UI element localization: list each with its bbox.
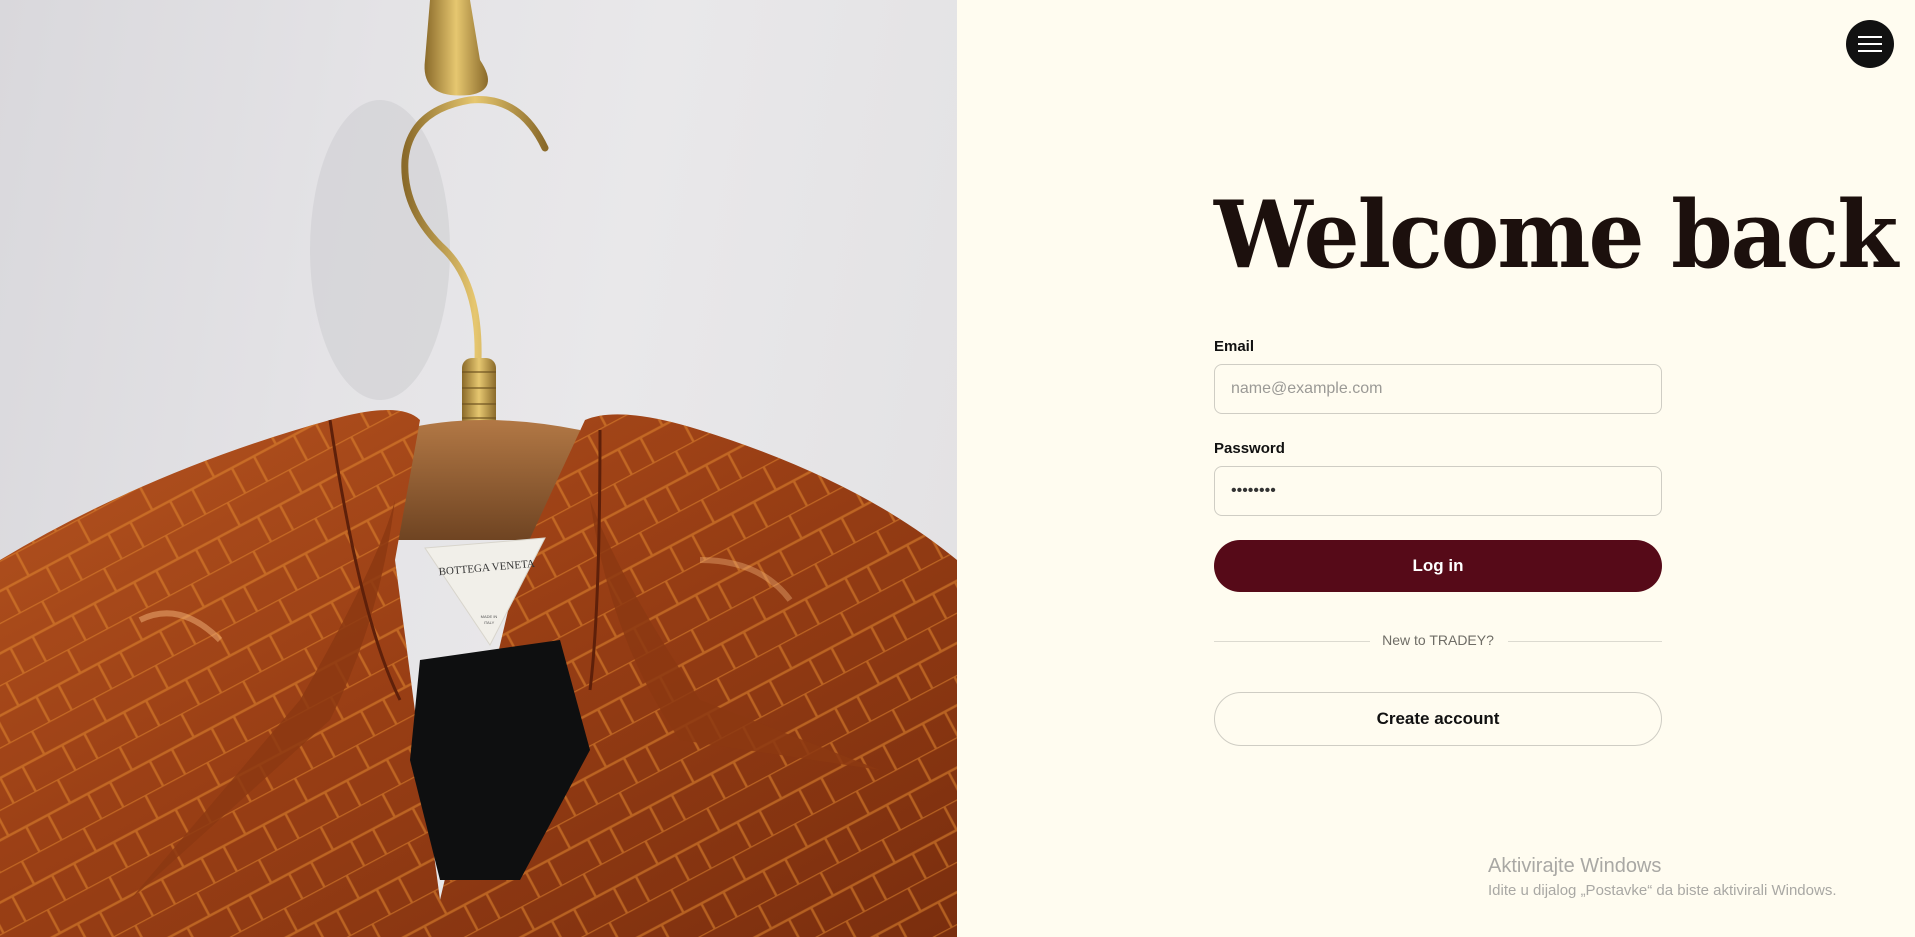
windows-activation-watermark: Aktivirajte Windows Idite u dijalog „Pos…: [1488, 855, 1837, 899]
watermark-title: Aktivirajte Windows: [1488, 855, 1662, 877]
email-label: Email: [1214, 338, 1255, 355]
login-button[interactable]: Log in: [1214, 540, 1662, 592]
menu-button[interactable]: [1846, 20, 1894, 68]
password-field[interactable]: [1214, 466, 1662, 516]
hamburger-menu-icon: [1858, 36, 1882, 52]
page-title: Welcome back: [1214, 179, 1898, 289]
label-origin-2: ITALY: [484, 620, 495, 625]
create-account-button[interactable]: Create account: [1214, 692, 1662, 746]
watermark-subtitle: Idite u dijalog „Postavke“ da biste akti…: [1488, 882, 1837, 899]
password-label: Password: [1214, 440, 1285, 457]
signup-divider: New to TRADEY?: [1214, 632, 1662, 652]
hero-image: BOTTEGA VENETA MADE IN ITALY: [0, 0, 957, 937]
email-field[interactable]: [1214, 364, 1662, 414]
divider-text: New to TRADEY?: [1382, 632, 1494, 648]
label-origin-1: MADE IN: [481, 614, 498, 619]
jacket-illustration: BOTTEGA VENETA MADE IN ITALY: [0, 0, 957, 937]
divider-line-right: [1508, 641, 1662, 642]
